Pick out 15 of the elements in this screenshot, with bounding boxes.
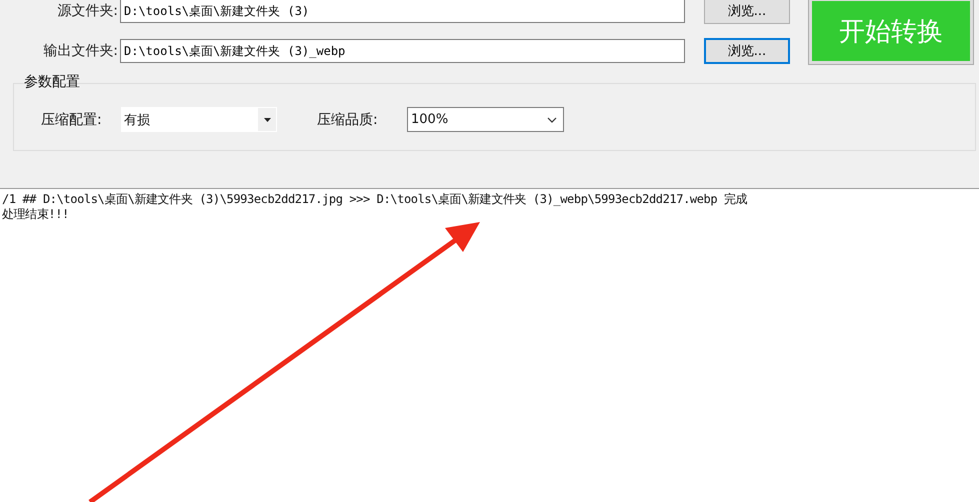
field-label: 压缩配置: <box>41 110 103 128</box>
log-line: /1 ## D:\tools\桌面\新建文件夹 (3)\5993ecb2dd217.jpg >>> D:\tools\桌面\新建文件夹 (3)_webp\5993ecb2dd217.webp 完成 <box>2 192 748 207</box>
field-label: 源文件夹: <box>56 2 118 20</box>
path-field[interactable]: D:\tools\桌面\新建文件夹 (3) <box>120 0 685 23</box>
log-line: 处理结束!!! <box>2 207 70 222</box>
dropdown-arrow-icon <box>264 118 270 122</box>
path-field[interactable]: D:\tools\桌面\新建文件夹 (3)_webp <box>120 39 685 63</box>
browse-button[interactable]: 浏览... <box>704 0 790 24</box>
group-title: 参数配置 <box>23 73 81 90</box>
dropdown[interactable]: 有损 <box>121 107 277 132</box>
browse-button[interactable]: 浏览... <box>704 38 790 64</box>
field-label: 压缩品质: <box>317 110 379 128</box>
chevron-down-icon <box>547 116 557 122</box>
dropdown[interactable]: 100% <box>407 107 564 132</box>
field-label: 输出文件夹: <box>42 42 118 60</box>
